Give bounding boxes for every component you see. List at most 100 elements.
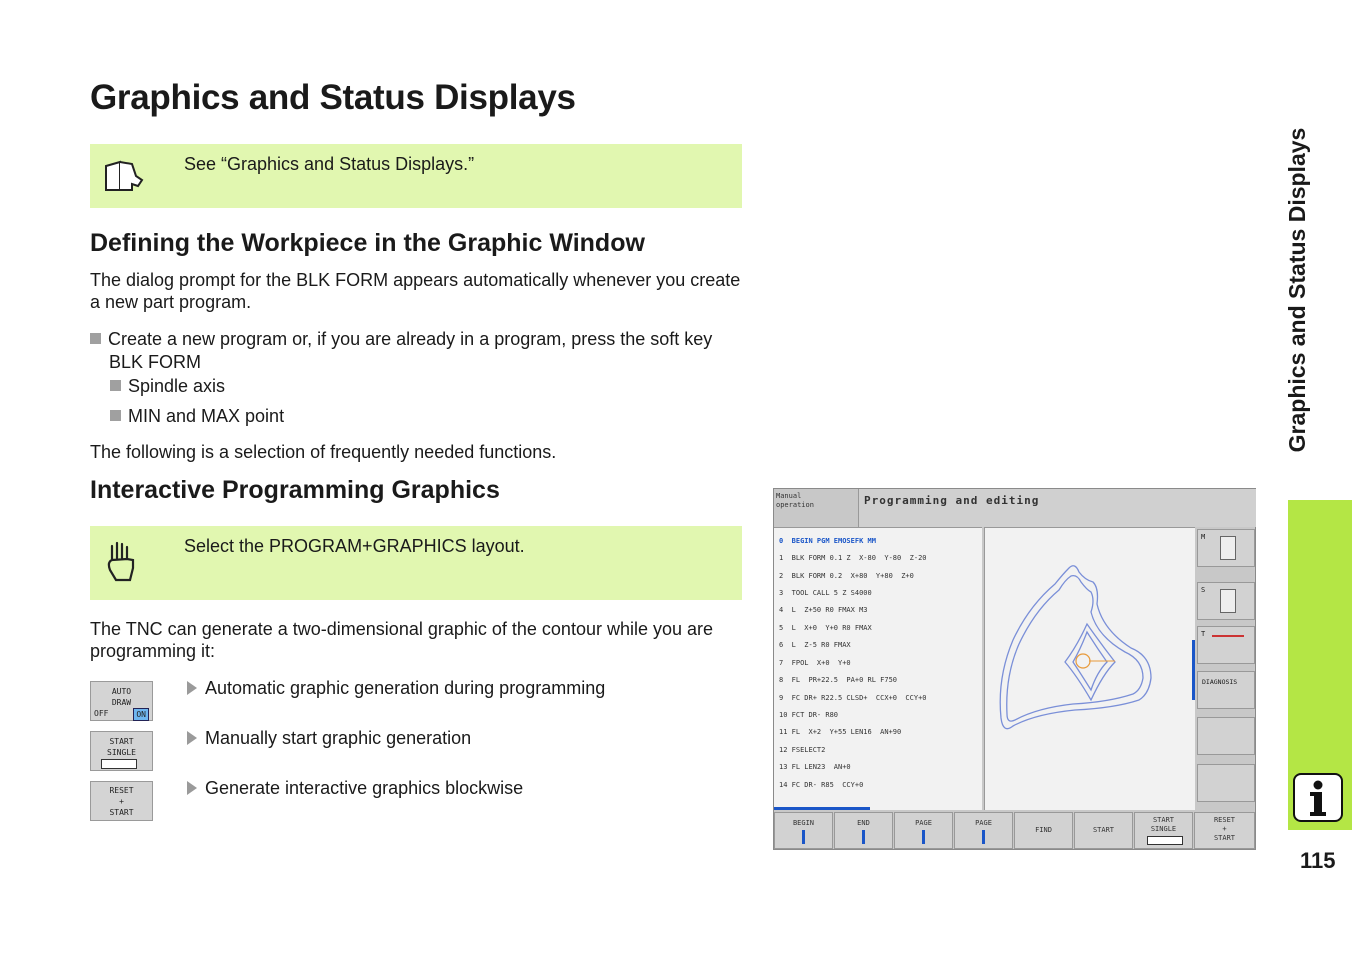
list-item: Create a new program or, if you are alre… (90, 328, 750, 374)
side-softkey-empty[interactable] (1197, 764, 1255, 802)
program-line: 11 FL X+2 Y+55 LEN16 AN+90 (779, 728, 902, 736)
softkey-page-up[interactable]: PAGE (894, 812, 953, 849)
list-item: Automatic graphic generation during prog… (187, 677, 605, 700)
side-softkey-label: S (1201, 586, 1206, 594)
program-line: 4 L Z+50 R0 FMAX M3 (779, 606, 868, 614)
program-line: 0 BEGIN PGM EMOSEFK MM (779, 537, 876, 545)
spindle-speed-icon (1220, 589, 1236, 613)
softkey-label: START (1213, 834, 1236, 842)
program-line: 13 FL LEN23 AN+0 (779, 763, 851, 771)
softkey-label: PAGE (975, 819, 992, 827)
side-softkey-m[interactable]: M (1197, 529, 1255, 567)
softkey-on-label: ON (133, 708, 149, 721)
side-softkey-empty[interactable] (1197, 717, 1255, 755)
softkey-label: START (109, 737, 134, 746)
arrow-up-icon (802, 830, 805, 844)
program-line: 12 FSELECT2 (779, 746, 826, 754)
book-icon (105, 160, 144, 191)
side-softkey-label: DIAGNOSIS (1202, 678, 1238, 686)
arrow-right-icon (187, 731, 197, 745)
bullet-square-icon (110, 410, 121, 421)
softkey-label: RESET (1213, 816, 1236, 824)
auto-draw-softkey[interactable]: AUTO DRAW OFF ON (90, 681, 153, 721)
program-line: 5 L X+0 Y+0 R0 FMAX (779, 624, 872, 632)
side-softkey-s[interactable]: S (1197, 582, 1255, 620)
softkey-label: BEGIN (792, 819, 815, 827)
contour-graphic (999, 565, 1152, 730)
list-item: Manually start graphic generation (187, 727, 471, 750)
bullet-square-icon (110, 380, 121, 391)
arrow-right-icon (187, 781, 197, 795)
softkey-label: START (1152, 816, 1175, 824)
softkey-label: START (109, 808, 134, 817)
softkey-label: START (1092, 826, 1115, 834)
item-description: Manually start graphic generation (205, 728, 472, 748)
program-line: 2 BLK FORM 0.2 X+80 Y+80 Z+0 (779, 572, 914, 580)
softkey-begin[interactable]: BEGIN (774, 812, 833, 849)
info-icon (1293, 773, 1343, 822)
program-line: 14 FC DR- R85 CCY+0 (779, 781, 864, 789)
hand-icon (107, 541, 135, 582)
softkey-label: DRAW (111, 698, 132, 707)
reference-note-text: See “Graphics and Status Displays.” (184, 154, 475, 174)
page-title: Graphics and Status Displays (90, 78, 576, 117)
start-single-softkey[interactable]: START SINGLE (90, 731, 153, 771)
program-line: 9 FC DR+ R22.5 CLSD+ CCX+0 CCY+0 (779, 694, 927, 702)
list-item: Spindle axis (110, 375, 225, 398)
bullet-text: MIN and MAX point (128, 406, 285, 426)
softkey-reset-start[interactable]: RESET + START (1194, 812, 1255, 849)
single-step-icon (1147, 836, 1183, 845)
reset-start-softkey[interactable]: RESET + START (90, 781, 153, 821)
softkey-page-down[interactable]: PAGE (954, 812, 1013, 849)
mode-label: operation (776, 501, 814, 509)
softkey-start-single[interactable]: START SINGLE (1134, 812, 1193, 849)
section-heading-graphics: Interactive Programming Graphics (90, 476, 500, 504)
workpiece-intro: The dialog prompt for the BLK FORM appea… (90, 270, 741, 312)
softkey-label: PAGE (915, 819, 932, 827)
tool-length-icon (1212, 635, 1244, 637)
program-line: 1 BLK FORM 0.1 Z X-80 Y-80 Z-20 (779, 554, 927, 562)
list-item: MIN and MAX point (110, 405, 284, 428)
operating-mode: Manual operation (776, 492, 814, 510)
softkey-label: + (119, 797, 124, 806)
graphics-intro: The TNC can generate a two-dimensional g… (90, 619, 714, 661)
arrow-up-icon (922, 830, 925, 844)
program-line: 10 FCT DR- R80 (779, 711, 839, 719)
softkey-label: AUTO (111, 687, 132, 696)
reference-note: See “Graphics and Status Displays.” (90, 144, 742, 208)
instruction-note-text: Select the PROGRAM+GRAPHICS layout. (184, 536, 525, 556)
bullet-text: Create a new program or, if you are alre… (108, 329, 713, 372)
sidebar-section-title: Graphics and Status Displays (1284, 127, 1310, 453)
program-line: 8 FL PR+22.5 PA+0 RL F750 (779, 676, 898, 684)
tnc-screen: Manual operation Programming and editing… (773, 488, 1256, 850)
program-panel: 0 BEGIN PGM EMOSEFK MM 1 BLK FORM 0.1 Z … (774, 527, 982, 810)
program-line: 6 L Z-5 R0 FMAX (779, 641, 851, 649)
side-softkey-diagnosis[interactable]: DIAGNOSIS (1197, 671, 1255, 709)
item-description: Generate interactive graphics blockwise (205, 778, 524, 798)
workpiece-outro: The following is a selection of frequent… (90, 442, 557, 462)
softkey-start[interactable]: START (1074, 812, 1133, 849)
softkey-label: RESET (109, 786, 134, 795)
arrow-right-icon (187, 681, 197, 695)
section-heading-workpiece: Defining the Workpiece in the Graphic Wi… (90, 229, 645, 257)
softkey-find[interactable]: FIND (1014, 812, 1073, 849)
softkey-label: END (857, 819, 870, 827)
softkey-off-label: OFF (94, 709, 109, 718)
bullet-text: Spindle axis (128, 376, 226, 396)
softkey-end[interactable]: END (834, 812, 893, 849)
list-item: Generate interactive graphics blockwise (187, 777, 523, 800)
instruction-note: Select the PROGRAM+GRAPHICS layout. (90, 526, 742, 600)
program-line: 3 TOOL CALL 5 Z S4000 (779, 589, 872, 597)
page-number: 115 (1300, 848, 1336, 873)
spindle-icon (1220, 536, 1236, 560)
arrow-down-icon (862, 830, 865, 844)
mode-label: Manual (776, 492, 802, 500)
side-softkey-label: T (1201, 630, 1206, 638)
side-softkey-label: M (1201, 533, 1206, 541)
softkey-label: SINGLE (1150, 825, 1177, 833)
arrow-down-icon (982, 830, 985, 844)
program-line: 7 FPOL X+0 Y+0 (779, 659, 851, 667)
screen-header: Programming and editing (864, 494, 1040, 507)
side-softkey-t[interactable]: T (1197, 626, 1255, 664)
softkey-label: SINGLE (107, 748, 136, 757)
